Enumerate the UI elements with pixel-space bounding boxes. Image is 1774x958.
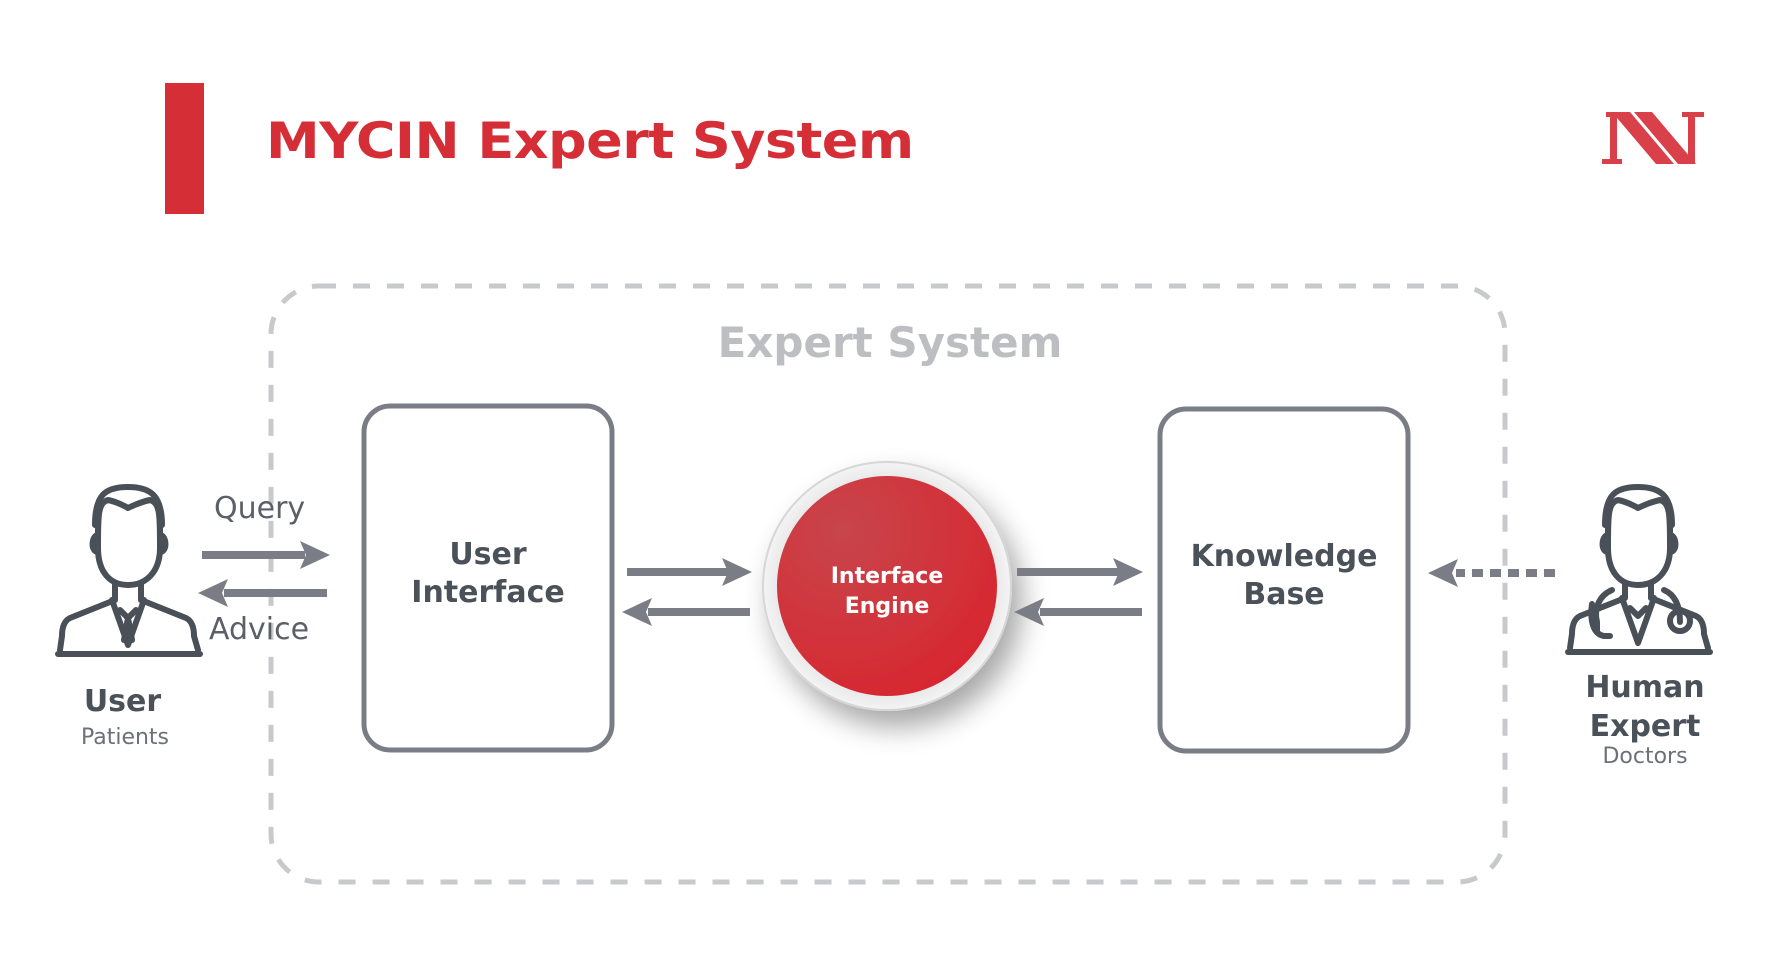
interface-engine-label-line1: Interface xyxy=(830,564,944,589)
knowledge-base-label-line2: Base xyxy=(1243,577,1325,612)
user-actor-name: User xyxy=(83,684,162,719)
advice-arrow xyxy=(198,579,327,607)
query-arrow xyxy=(202,541,330,569)
expert-name-line1: Human xyxy=(1585,670,1705,705)
diagram-canvas xyxy=(55,283,1713,885)
ui-to-engine-arrow xyxy=(627,558,752,586)
engine-to-ui-arrow xyxy=(622,598,750,626)
knowledge-base-label: Knowledge Base xyxy=(1158,538,1410,614)
expert-name-line2: Expert xyxy=(1589,709,1701,744)
interface-engine-label: Interface Engine xyxy=(787,562,987,622)
advice-label: Advice xyxy=(209,612,310,647)
doctor-icon xyxy=(1565,484,1713,655)
user-interface-label: User Interface xyxy=(362,536,614,612)
expert-actor-name: Human Expert xyxy=(1560,668,1730,746)
user-interface-label-line1: User xyxy=(449,537,527,572)
interface-engine-label-line2: Engine xyxy=(844,594,930,619)
expert-to-kb-dotted-arrow xyxy=(1428,559,1555,587)
user-interface-label-line2: Interface xyxy=(411,575,565,610)
kb-to-engine-arrow xyxy=(1014,598,1142,626)
knowledge-base-label-line1: Knowledge xyxy=(1190,539,1378,574)
expert-actor-role: Doctors xyxy=(1602,744,1688,769)
user-person-icon xyxy=(55,484,203,657)
expert-system-label: Expert System xyxy=(717,318,1063,367)
engine-to-kb-arrow xyxy=(1017,558,1143,586)
user-actor-role: Patients xyxy=(80,725,170,750)
query-label: Query xyxy=(214,491,306,526)
